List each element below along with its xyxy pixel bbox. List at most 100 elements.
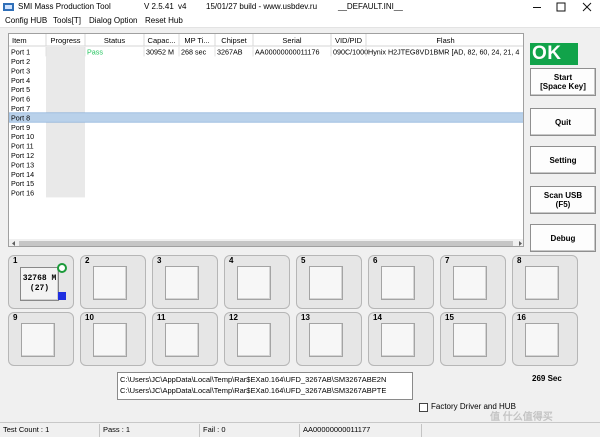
slot-number: 4 (229, 256, 234, 265)
elapsed-time: 269 Sec (532, 374, 562, 383)
scan-usb-label: Scan USB (543, 191, 583, 200)
slot-display (165, 323, 199, 357)
test-count: Test Count : 1 (0, 424, 100, 437)
port-slot[interactable]: 16 (512, 312, 578, 366)
table-cell-status: Pass (87, 48, 103, 57)
slot-display (381, 323, 415, 357)
slot-number: 11 (157, 313, 166, 322)
table-cell-item: Port 2 (11, 57, 30, 66)
scan-usb-button[interactable]: Scan USB (F5) (530, 186, 596, 214)
port-slot[interactable]: 10 (80, 312, 146, 366)
slot-display (165, 266, 199, 300)
port-slot[interactable]: 9 (8, 312, 74, 366)
menu-reset-hub[interactable]: Reset Hub (145, 16, 183, 25)
variant-label: v4 (178, 2, 187, 11)
slot-display (525, 266, 559, 300)
setting-label: Setting (549, 155, 577, 165)
table-cell-item: Port 4 (11, 76, 30, 85)
slot-number: 3 (157, 256, 162, 265)
menu-tools[interactable]: Tools[T] (53, 16, 81, 25)
column-header: Chipset (221, 36, 247, 45)
debug-button[interactable]: Debug (530, 224, 596, 252)
column-header: Item (12, 36, 27, 45)
start-shortcut: [Space Key] (540, 82, 586, 91)
menu-dialog-option[interactable]: Dialog Option (89, 16, 137, 25)
slot-number: 13 (301, 313, 310, 322)
table-cell-item: Port 1 (11, 48, 30, 57)
port-slot[interactable]: 11 (152, 312, 218, 366)
table-cell-item: Port 5 (11, 85, 30, 94)
slot-display (93, 323, 127, 357)
slot-number: 8 (517, 256, 522, 265)
slot-display (21, 323, 55, 357)
slot-number: 14 (373, 313, 382, 322)
maximize-icon[interactable] (552, 0, 570, 14)
firmware-path: C:\Users\JC\AppData\Local\Temp\Rar$EXa0.… (120, 386, 387, 395)
slot-display (525, 323, 559, 357)
pass-indicator-icon (57, 263, 67, 273)
slot-display (309, 266, 343, 300)
firmware-path-list[interactable]: C:\Users\JC\AppData\Local\Temp\Rar$EXa0.… (117, 372, 413, 400)
column-header: Serial (282, 36, 302, 45)
watermark: 值 什么值得买 (490, 412, 553, 423)
column-header: VID/PID (335, 36, 363, 45)
start-button[interactable]: Start [Space Key] (530, 68, 596, 96)
port-slot[interactable]: 2 (80, 255, 146, 309)
slot-display (93, 266, 127, 300)
close-icon[interactable] (576, 0, 598, 14)
title-bar: SMI Mass Production Tool V 2.5.41 v4 15/… (0, 0, 600, 14)
status-bar: Test Count : 1 Pass : 1 Fail : 0 AA00000… (0, 422, 600, 437)
table-cell-item: Port 8 (11, 113, 30, 122)
scan-usb-shortcut: (F5) (555, 200, 571, 209)
slot-number: 2 (85, 256, 90, 265)
app-icon (3, 3, 14, 11)
table-cell-flash: Hynix H2JTEG8VD1BMR [AD, 82, 60, 24, 21,… (368, 48, 519, 57)
ini-label: __DEFAULT.INI__ (338, 2, 403, 11)
port-slot[interactable]: 5 (296, 255, 362, 309)
table-cell-vidpid: 090C/1000 (333, 48, 368, 57)
column-header: Progress (50, 36, 80, 45)
slot-number: 16 (517, 313, 526, 322)
table-cell-capacity: 30952 M (146, 48, 174, 57)
slot-number: 6 (373, 256, 378, 265)
slot-display (237, 323, 271, 357)
slot-capacity-display: 32768 M (27) (20, 267, 59, 301)
table-cell-item: Port 3 (11, 66, 30, 75)
port-slot[interactable]: 1 32768 M (27) (8, 255, 74, 309)
port-table[interactable]: Item Progress Status Capac... MP Ti... Chipse… (8, 33, 524, 247)
status-spacer (422, 424, 600, 437)
scrollbar-thumb (19, 241, 513, 246)
slot-capacity: 32768 M (22, 274, 57, 283)
table-cell-item: Port 12 (11, 151, 34, 160)
quit-button[interactable]: Quit (530, 108, 596, 136)
port-slot[interactable]: 15 (440, 312, 506, 366)
port-slot[interactable]: 8 (512, 255, 578, 309)
port-slot[interactable]: 4 (224, 255, 290, 309)
slot-number: 7 (445, 256, 450, 265)
port-slot[interactable]: 6 (368, 255, 434, 309)
port-slot[interactable]: 12 (224, 312, 290, 366)
port-slot[interactable]: 3 (152, 255, 218, 309)
port-slot[interactable]: 7 (440, 255, 506, 309)
menu-config-hub[interactable]: Config HUB (5, 16, 47, 25)
fail-count: Fail : 0 (200, 424, 300, 437)
device-indicator-icon (58, 292, 66, 300)
pass-count: Pass : 1 (100, 424, 200, 437)
table-cell-item: Port 14 (11, 170, 34, 179)
slot-number: 9 (13, 313, 18, 322)
port-slot[interactable]: 14 (368, 312, 434, 366)
port-slot[interactable]: 13 (296, 312, 362, 366)
table-cell-item: Port 13 (11, 160, 34, 169)
setting-button[interactable]: Setting (530, 146, 596, 174)
slot-count: (27) (29, 284, 50, 293)
table-cell-item: Port 10 (11, 132, 34, 141)
minimize-icon[interactable] (528, 0, 546, 14)
factory-driver-checkbox[interactable] (419, 403, 428, 412)
table-cell-chipset: 3267AB (217, 48, 243, 57)
slot-display (309, 323, 343, 357)
slot-number: 10 (85, 313, 94, 322)
slot-number: 12 (229, 313, 238, 322)
menu-bar: Config HUB Tools[T] Dialog Option Reset … (0, 14, 600, 28)
slot-display (453, 266, 487, 300)
slot-display (237, 266, 271, 300)
